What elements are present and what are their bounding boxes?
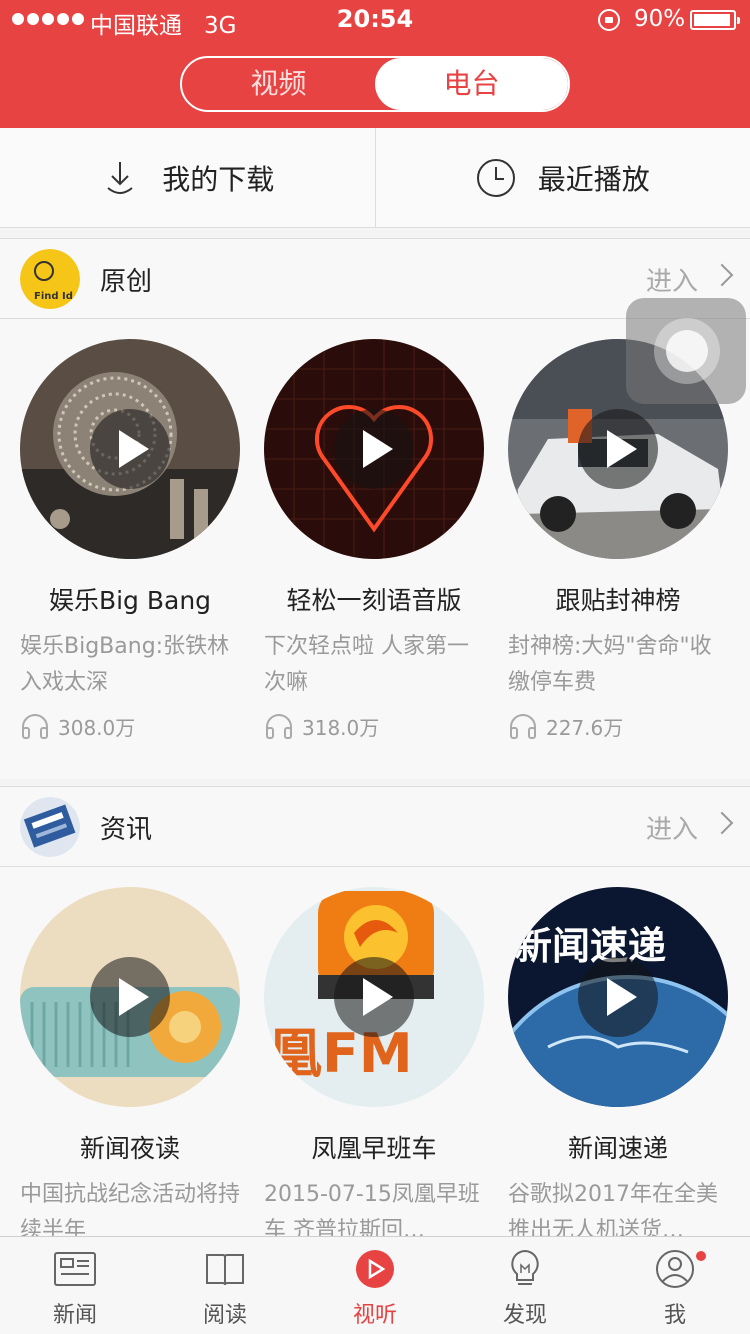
- chevron-right-icon[interactable]: [710, 811, 734, 835]
- tab-read[interactable]: 阅读: [150, 1237, 300, 1334]
- tab-label: 发现: [502, 1303, 547, 1328]
- battery-percent: 90%: [634, 6, 686, 32]
- tab-label: 视听: [352, 1303, 397, 1328]
- my-downloads-button[interactable]: 我的下载: [0, 128, 375, 227]
- tab-radio[interactable]: 电台: [375, 58, 568, 110]
- card-title: 凤凰早班车: [311, 1134, 437, 1163]
- play-icon[interactable]: [578, 957, 658, 1037]
- bulb-icon: [511, 1249, 539, 1285]
- svg-text:Find Id: Find Id: [34, 291, 73, 302]
- play-count: 308.0万: [20, 711, 240, 741]
- play-count: 318.0万: [264, 711, 484, 741]
- play-icon[interactable]: [334, 957, 414, 1037]
- radio-card[interactable]: 新闻夜读 中国抗战纪念活动将持续半年: [20, 887, 240, 1249]
- card-title: 娱乐Big Bang: [48, 586, 212, 615]
- chevron-right-icon[interactable]: [710, 263, 734, 287]
- headphones-icon: [22, 714, 48, 739]
- segmented-control: 视频 电台: [180, 56, 570, 112]
- play-icon[interactable]: [90, 957, 170, 1037]
- clock-icon: [476, 158, 515, 197]
- tab-label: 我: [663, 1303, 686, 1328]
- headphones-icon: [510, 714, 536, 739]
- tab-me[interactable]: 我: [600, 1237, 750, 1334]
- section-title: 资讯: [100, 815, 153, 845]
- battery-icon: [690, 10, 740, 30]
- card-title: 跟贴封神榜: [555, 586, 681, 615]
- play-icon[interactable]: [578, 409, 658, 489]
- my-downloads-label: 我的下载: [162, 162, 275, 196]
- radio-card[interactable]: 轻松一刻语音版 下次轻点啦 人家第一次嘛 318.0万: [264, 339, 484, 741]
- thumbnail-heart[interactable]: [264, 339, 484, 559]
- play-icon[interactable]: [334, 409, 414, 489]
- tab-news[interactable]: 新闻: [0, 1237, 150, 1334]
- recent-play-label: 最近播放: [537, 162, 650, 196]
- assistive-touch-button[interactable]: [626, 298, 746, 404]
- thumbnail-microphone[interactable]: [20, 339, 240, 559]
- card-description: 娱乐BigBang:张铁林入戏太深: [20, 634, 230, 695]
- notification-badge: [696, 1251, 706, 1261]
- tab-discover[interactable]: 发现: [450, 1237, 600, 1334]
- radio-card[interactable]: 凰FM 凤凰早班车 2015-07-15凤凰早班车 齐普拉斯回…: [264, 887, 484, 1249]
- header: 中国联通 3G 20:54 90% 视频 电台: [0, 0, 750, 128]
- recent-play-button[interactable]: 最近播放: [374, 128, 750, 227]
- book-icon: [206, 1254, 244, 1286]
- tab-label: 阅读: [202, 1303, 247, 1328]
- rotation-lock-icon: [598, 9, 620, 31]
- news-logo-icon: [20, 797, 80, 857]
- play-count-value: 308.0万: [58, 715, 136, 740]
- play-icon[interactable]: [90, 409, 170, 489]
- card-description: 下次轻点啦 人家第一次嘛: [264, 634, 469, 695]
- card-title: 轻松一刻语音版: [286, 586, 462, 615]
- play-count-value: 318.0万: [302, 715, 380, 740]
- section-title: 原创: [100, 267, 153, 297]
- card-description: 封神榜:大妈"舍命"收缴停车费: [508, 634, 712, 695]
- section-header: 资讯 进入: [0, 787, 750, 867]
- thumbnail-radio-set[interactable]: [20, 887, 240, 1107]
- thumbnail-earth[interactable]: 新闻速递: [508, 887, 728, 1107]
- play-count: 227.6万: [508, 711, 728, 741]
- card-title: 新闻速递: [567, 1134, 668, 1163]
- section-enter-link[interactable]: 进入: [646, 261, 698, 298]
- card-title: 新闻夜读: [79, 1134, 180, 1163]
- status-bar: 中国联通 3G 20:54 90%: [0, 0, 750, 40]
- tab-audio-video[interactable]: 视听: [300, 1237, 450, 1334]
- section-enter-link[interactable]: 进入: [646, 809, 698, 846]
- play-count-value: 227.6万: [546, 715, 624, 740]
- radio-card[interactable]: 娱乐Big Bang 娱乐BigBang:张铁林入戏太深 308.0万: [20, 339, 240, 741]
- news-icon: [54, 1252, 96, 1286]
- headphones-icon: [266, 714, 292, 739]
- tab-bar: 新闻 阅读 视听 发现 我: [0, 1236, 750, 1334]
- user-icon: [656, 1250, 694, 1288]
- tab-label: 新闻: [52, 1303, 97, 1328]
- tab-video[interactable]: 视频: [182, 58, 375, 110]
- download-icon: [107, 161, 133, 194]
- thumbnail-phoenix-fm[interactable]: 凰FM: [264, 887, 484, 1107]
- thumb-text: 新闻速递: [514, 924, 666, 968]
- radio-card[interactable]: 新闻速递 新闻速递 谷歌拟2017年在全美推出无人机送货…: [508, 887, 728, 1249]
- findid-logo-icon: Find Id: [20, 249, 80, 309]
- play-circle-icon: [356, 1250, 394, 1288]
- quick-actions: 我的下载 最近播放: [0, 128, 750, 228]
